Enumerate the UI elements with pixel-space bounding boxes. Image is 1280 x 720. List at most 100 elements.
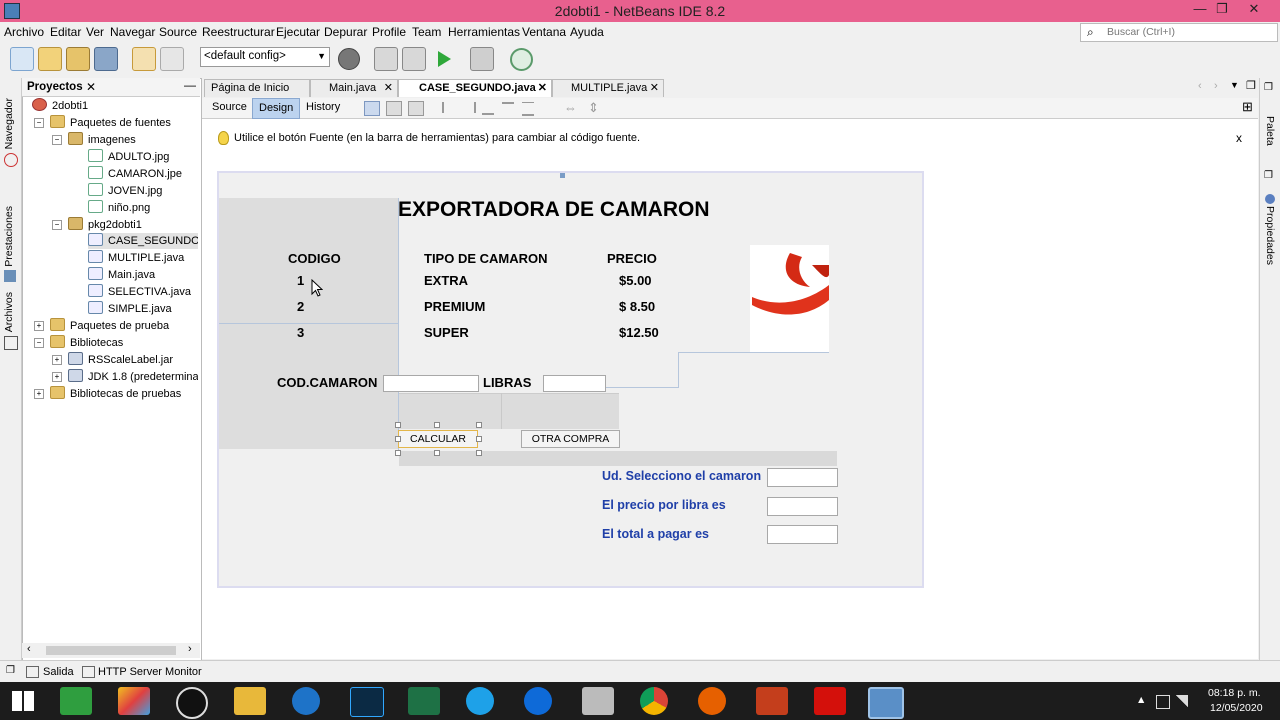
app-virtualbox-icon[interactable]	[582, 687, 614, 715]
tab-paleta[interactable]: Paleta	[1264, 116, 1276, 146]
resize-handle[interactable]	[476, 436, 482, 442]
tree-item-test-packages[interactable]: Paquetes de prueba	[50, 318, 169, 334]
menu-ejecutar[interactable]: Ejecutar	[276, 25, 320, 39]
view-design-button[interactable]: Design	[252, 98, 301, 119]
scroll-right-icon[interactable]: ›	[188, 643, 192, 655]
tray-up-arrow-icon[interactable]: ▲	[1136, 694, 1146, 706]
connection-mode-icon[interactable]	[386, 101, 402, 116]
close-button[interactable]: ✕	[1240, 1, 1268, 21]
app-ie-icon[interactable]	[466, 687, 494, 715]
tabs-dropdown-icon[interactable]: ▼	[1230, 80, 1239, 90]
new-project-icon[interactable]	[38, 47, 62, 71]
tree-item-imagenes[interactable]: imagenes	[68, 132, 136, 148]
codigo-3[interactable]: 3	[297, 325, 304, 340]
restore-properties-icon[interactable]: ❐	[1264, 170, 1273, 181]
tree-item-java[interactable]: SELECTIVA.java	[88, 284, 191, 300]
shrimp-image[interactable]	[750, 245, 829, 352]
app-netbeans-icon[interactable]	[868, 687, 904, 719]
resize-vertical-icon[interactable]: ⇕	[588, 100, 599, 116]
tree-item-jar[interactable]: RSScaleLabel.jar	[68, 352, 173, 368]
precio-extra[interactable]: $5.00	[619, 273, 652, 288]
resize-handle[interactable]	[395, 450, 401, 456]
view-source-button[interactable]: Source	[206, 98, 253, 117]
config-select[interactable]: <default config> ▼	[200, 47, 330, 67]
preview-design-icon[interactable]	[408, 101, 424, 116]
selection-mode-icon[interactable]	[364, 101, 380, 116]
save-all-icon[interactable]	[94, 47, 118, 71]
scrollbar-thumb[interactable]	[46, 646, 176, 655]
close-tab-icon[interactable]: ✕	[384, 81, 393, 94]
tree-item-project[interactable]: 2dobti1	[32, 98, 88, 114]
tree-item-java[interactable]: MULTIPLE.java	[88, 250, 184, 266]
tab-archivos[interactable]: Archivos	[3, 292, 15, 332]
header-tipo[interactable]: TIPO DE CAMARON	[424, 251, 548, 266]
restore-palette-icon[interactable]: ❐	[1264, 82, 1273, 93]
app-excel-icon[interactable]	[408, 687, 440, 715]
app-hp-icon[interactable]	[292, 687, 320, 715]
scroll-left-icon[interactable]: ‹	[27, 643, 31, 655]
codigo-1[interactable]: 1	[297, 273, 304, 288]
precio-premium[interactable]: $ 8.50	[619, 299, 655, 314]
editor-restore-icon[interactable]: ❐	[1246, 79, 1256, 92]
tab-http-monitor[interactable]: HTTP Server Monitor	[98, 666, 202, 678]
menu-ventana[interactable]: Ventana	[522, 25, 566, 39]
menu-archivo[interactable]: Archivo	[4, 25, 44, 39]
app-explorer-icon[interactable]	[234, 687, 266, 715]
expand-toggle-icon[interactable]: +	[34, 389, 44, 399]
expand-toggle-icon[interactable]: +	[34, 321, 44, 331]
resize-handle[interactable]	[476, 450, 482, 456]
tree-item-file[interactable]: CAMARON.jpe	[88, 166, 182, 182]
resize-handle[interactable]	[395, 422, 401, 428]
open-project-icon[interactable]	[66, 47, 90, 71]
result-label-precio[interactable]: El precio por libra es	[602, 498, 726, 512]
result-field-total[interactable]	[767, 525, 838, 544]
tipo-premium[interactable]: PREMIUM	[424, 299, 485, 314]
start-windows-icon[interactable]	[12, 691, 34, 711]
build-globe-icon[interactable]	[338, 48, 360, 70]
resize-handle[interactable]	[476, 422, 482, 428]
maximize-button[interactable]: ❐	[1208, 1, 1236, 21]
calcular-button[interactable]: CALCULAR	[398, 430, 478, 448]
libras-field[interactable]	[543, 375, 606, 392]
tree-item-java[interactable]: SIMPLE.java	[88, 301, 172, 317]
menu-editar[interactable]: Editar	[50, 25, 81, 39]
tree-item-java[interactable]: Main.java	[88, 267, 155, 283]
resize-handle[interactable]	[395, 436, 401, 442]
tabs-left-arrow-icon[interactable]: ‹	[1198, 80, 1202, 92]
result-field-camaron[interactable]	[767, 468, 838, 487]
new-file-icon[interactable]	[10, 47, 34, 71]
tray-time[interactable]: 08:18 p. m.	[1208, 687, 1261, 699]
profile-icon[interactable]	[510, 48, 533, 71]
align-center-icon[interactable]	[482, 102, 494, 115]
result-label-total[interactable]: El total a pagar es	[602, 527, 709, 541]
app-paint-icon[interactable]	[118, 687, 150, 715]
tipo-super[interactable]: SUPER	[424, 325, 469, 340]
tipo-extra[interactable]: EXTRA	[424, 273, 468, 288]
app-green-icon[interactable]	[60, 687, 92, 715]
expand-toggle-icon[interactable]: +	[52, 372, 62, 382]
tree-item-java-selected[interactable]: CASE_SEGUNDO.java	[88, 233, 198, 249]
expand-toggle-icon[interactable]: +	[52, 355, 62, 365]
close-tab-icon[interactable]: ✕	[650, 81, 659, 94]
app-camera-icon[interactable]	[176, 687, 208, 719]
app-acrobat-icon[interactable]	[814, 687, 846, 715]
menu-source[interactable]: Source	[159, 25, 197, 39]
menu-ver[interactable]: Ver	[86, 25, 104, 39]
view-history-button[interactable]: History	[300, 98, 346, 117]
run-icon[interactable]	[438, 51, 451, 67]
collapse-toggle-icon[interactable]: −	[52, 135, 62, 145]
tray-network-icon[interactable]	[1156, 695, 1170, 709]
form-title[interactable]: EXPORTADORA DE CAMARON	[398, 198, 710, 222]
result-label-camaron[interactable]: Ud. Selecciono el camaron	[602, 469, 761, 483]
search-input[interactable]: ⌕ Buscar (Ctrl+I)	[1080, 23, 1278, 42]
tree-item-jdk[interactable]: JDK 1.8 (predeterminado)	[68, 369, 198, 385]
app-firefox-icon[interactable]	[698, 687, 726, 715]
tab-pagina-inicio[interactable]: Página de Inicio	[204, 79, 310, 97]
tray-date[interactable]: 12/05/2020	[1210, 702, 1263, 714]
build-hammer-icon[interactable]	[374, 47, 398, 71]
menu-depurar[interactable]: Depurar	[324, 25, 367, 39]
resize-handle[interactable]	[434, 422, 440, 428]
bottom-strip-panel[interactable]	[399, 451, 837, 466]
app-powerpoint-icon[interactable]	[756, 687, 788, 715]
result-field-precio[interactable]	[767, 497, 838, 516]
